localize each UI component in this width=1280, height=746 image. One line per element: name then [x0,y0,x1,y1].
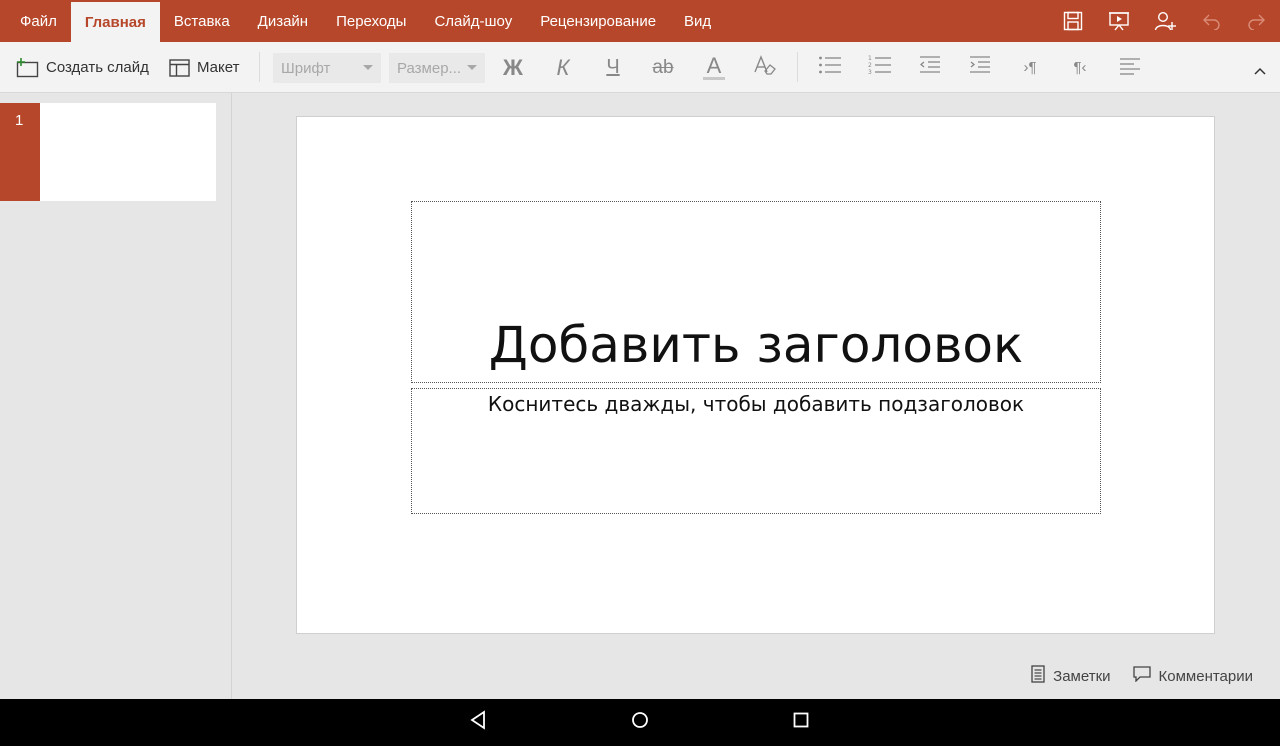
layout-button[interactable]: Макет [169,42,239,93]
undo-icon[interactable] [1188,0,1234,42]
align-button[interactable] [1112,42,1148,93]
bold-button[interactable]: Ж [495,42,531,93]
title-placeholder[interactable]: Добавить заголовок [411,201,1101,383]
svg-text:1: 1 [868,55,872,62]
tab-file[interactable]: Файл [0,0,71,42]
slide-thumbnail[interactable] [40,103,216,201]
italic-icon: К [556,54,570,80]
rtl-direction-button[interactable]: ¶‹ [1062,42,1098,93]
ltr-direction-button[interactable]: ›¶ [1012,42,1048,93]
font-color-icon: A [706,53,722,78]
notes-icon [1031,665,1045,687]
subtitle-placeholder-text: Коснитесь дважды, чтобы добавить подзаго… [487,392,1025,416]
slide-page: Добавить заголовок Коснитесь дважды, что… [296,116,1215,634]
ltr-paragraph-icon: ›¶ [1023,59,1037,76]
status-bar: Заметки Комментарии [1031,665,1253,687]
back-button[interactable] [448,699,508,746]
underline-button[interactable]: Ч [595,42,631,93]
slide-thumbnails-panel: 1 [0,93,232,699]
present-icon[interactable] [1096,0,1142,42]
ribbon-divider [259,52,260,82]
slide-editor-canvas: Добавить заголовок Коснитесь дважды, что… [232,93,1280,699]
notes-button[interactable]: Заметки [1031,665,1111,687]
tab-transitions[interactable]: Переходы [322,0,420,42]
collapse-ribbon-button[interactable] [1242,42,1278,93]
new-slide-button[interactable]: Создать слайд [16,42,149,93]
font-family-placeholder: Шрифт [281,59,331,77]
tab-view[interactable]: Вид [670,0,725,42]
ribbon-divider [797,52,798,82]
svg-text:2: 2 [868,62,872,69]
back-triangle-icon [469,710,487,735]
numbered-list-icon: 123 [868,54,892,82]
strikethrough-button[interactable]: ab [645,42,681,93]
home-circle-icon [631,711,649,734]
system-nav-bar [0,699,1280,746]
recents-square-icon [793,712,809,733]
slide-number-badge[interactable]: 1 [0,103,40,201]
increase-indent-button[interactable] [962,42,998,93]
chevron-down-icon [363,65,373,70]
chevron-down-icon [467,65,477,70]
slide-number: 1 [15,112,24,129]
font-family-select[interactable]: Шрифт [273,53,381,83]
numbering-button[interactable]: 123 [862,42,898,93]
layout-label: Макет [197,59,240,76]
tab-slideshow[interactable]: Слайд-шоу [420,0,526,42]
title-placeholder-text: Добавить заголовок [488,316,1024,374]
ribbon-toolbar: Создать слайд Макет Шрифт Размер... Ж К … [0,42,1280,93]
strikethrough-icon: ab [652,56,674,78]
share-user-icon[interactable] [1142,0,1188,42]
subtitle-placeholder[interactable]: Коснитесь дважды, чтобы добавить подзаго… [411,388,1101,514]
rtl-paragraph-icon: ¶‹ [1073,59,1087,76]
tab-design[interactable]: Дизайн [244,0,322,42]
tab-review[interactable]: Рецензирование [526,0,670,42]
chevron-up-icon [1254,55,1266,81]
recents-button[interactable] [771,699,831,746]
comment-icon [1132,666,1151,686]
home-button[interactable] [610,699,670,746]
font-color-bar [703,77,725,80]
menu-bar: Файл Главная Вставка Дизайн Переходы Сла… [0,0,1280,42]
font-size-placeholder: Размер... [397,59,462,77]
italic-button[interactable]: К [545,42,581,93]
increase-indent-icon [969,55,991,81]
bullets-button[interactable] [812,42,848,93]
bullet-list-icon [818,55,842,81]
comments-label: Комментарии [1158,667,1253,685]
redo-icon[interactable] [1234,0,1280,42]
comments-button[interactable]: Комментарии [1132,665,1253,687]
tab-insert[interactable]: Вставка [160,0,244,42]
clear-format-icon [752,54,776,82]
notes-label: Заметки [1053,667,1111,685]
font-color-button[interactable]: A [696,42,732,93]
font-size-select[interactable]: Размер... [389,53,485,83]
clear-format-button[interactable] [746,42,782,93]
tab-home[interactable]: Главная [70,2,160,42]
underline-icon: Ч [606,56,620,78]
align-left-icon [1119,55,1141,81]
save-icon[interactable] [1050,0,1096,42]
layout-icon [169,58,190,77]
new-slide-icon [16,57,39,78]
new-slide-label: Создать слайд [46,59,149,76]
svg-text:3: 3 [868,69,872,76]
decrease-indent-icon [919,55,941,81]
decrease-indent-button[interactable] [912,42,948,93]
bold-icon: Ж [503,54,523,80]
